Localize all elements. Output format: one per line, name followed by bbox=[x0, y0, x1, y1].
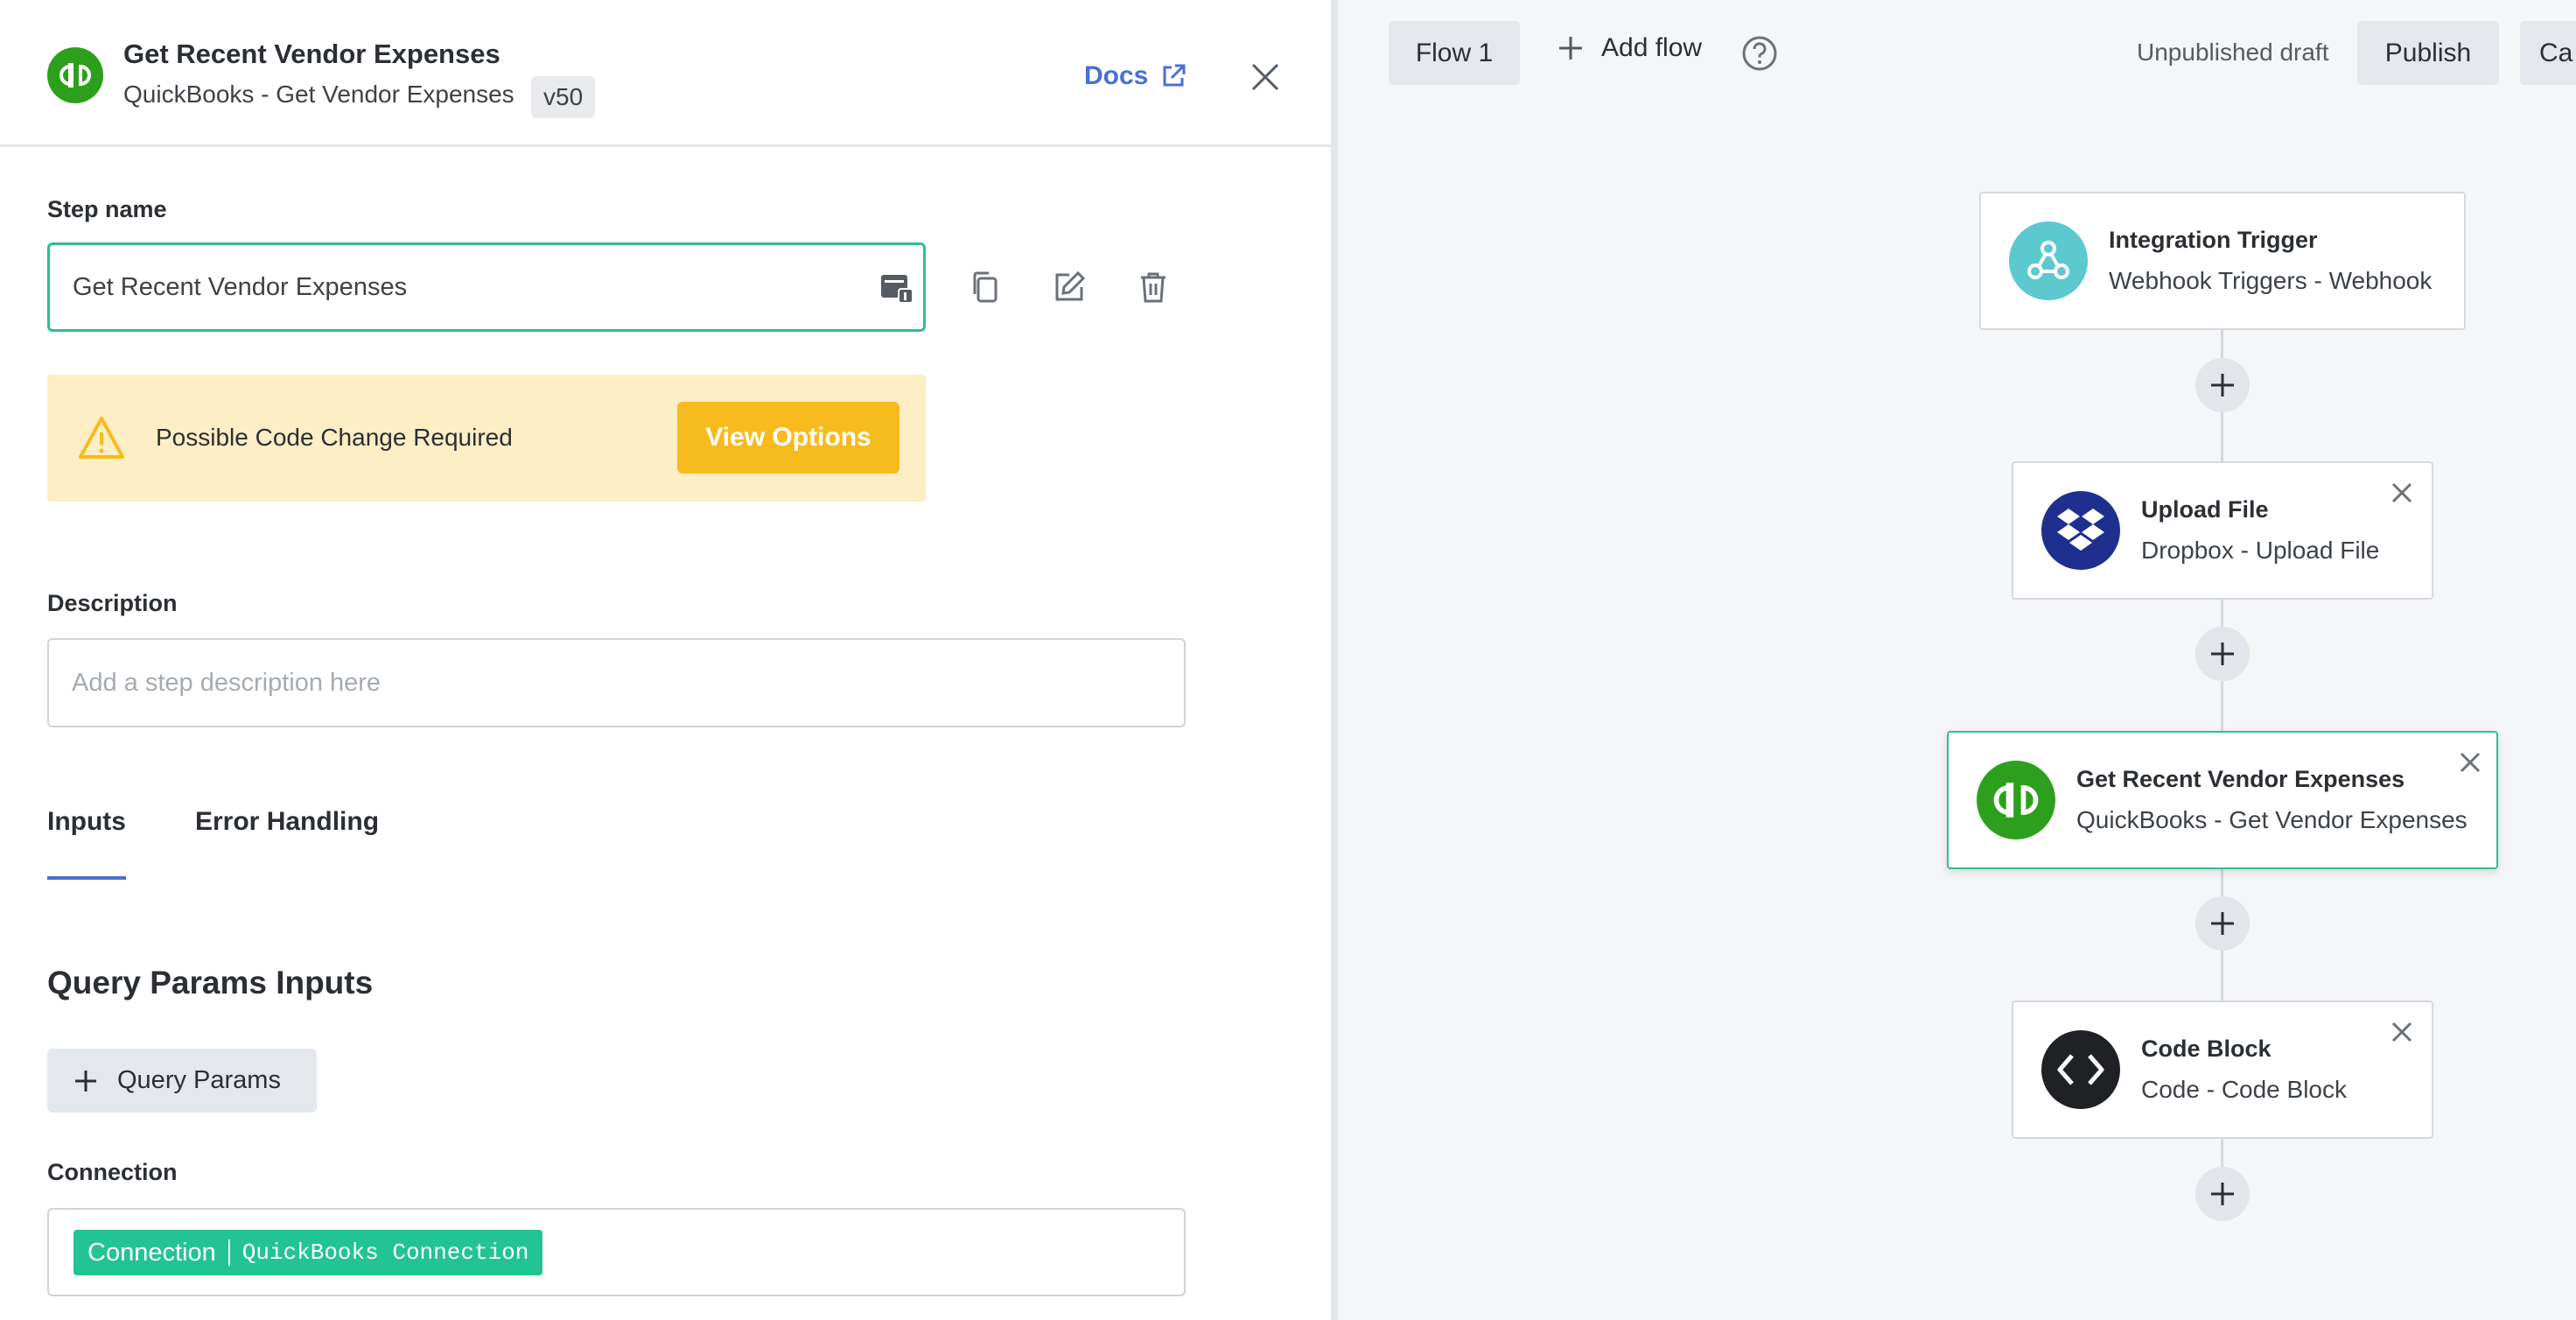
add-query-params-label: Query Params bbox=[117, 1066, 281, 1094]
connection-tag[interactable]: Connection QuickBooks Connection bbox=[74, 1230, 543, 1275]
code-change-warning: Possible Code Change Required View Optio… bbox=[47, 375, 926, 502]
step-subtitle: QuickBooks - Get Vendor Expenses bbox=[123, 81, 514, 108]
add-step-button[interactable] bbox=[2195, 358, 2250, 412]
plus-icon bbox=[2211, 642, 2234, 665]
docs-link[interactable]: Docs bbox=[1084, 61, 1186, 91]
tab-error-handling[interactable]: Error Handling bbox=[195, 807, 379, 837]
node-title: Get Recent Vendor Expenses bbox=[2076, 766, 2405, 792]
step-title: Get Recent Vendor Expenses bbox=[123, 39, 500, 69]
active-tab-indicator bbox=[47, 876, 126, 880]
edit-icon[interactable] bbox=[1052, 270, 1087, 305]
add-step-button[interactable] bbox=[2195, 896, 2250, 951]
remove-node-icon[interactable] bbox=[2390, 481, 2414, 505]
connection-tag-value: QuickBooks Connection bbox=[242, 1239, 529, 1266]
connection-tag-type: Connection bbox=[88, 1238, 216, 1267]
flow-node-upload-file[interactable]: Upload File Dropbox - Upload File bbox=[2012, 461, 2433, 600]
draft-status: Unpublished draft bbox=[2137, 39, 2329, 66]
plus-icon bbox=[75, 1070, 96, 1092]
remove-node-icon[interactable] bbox=[2390, 1020, 2414, 1044]
quickbooks-icon bbox=[1977, 761, 2055, 839]
step-name-field bbox=[47, 242, 926, 332]
panel-header: Get Recent Vendor Expenses QuickBooks - … bbox=[0, 0, 1338, 147]
plus-icon bbox=[1559, 37, 1582, 60]
publish-button[interactable]: Publish bbox=[2357, 21, 2499, 85]
node-title: Code Block bbox=[2141, 1036, 2272, 1062]
node-subtitle: QuickBooks - Get Vendor Expenses bbox=[2076, 806, 2468, 833]
add-flow-label: Add flow bbox=[1601, 33, 1703, 62]
version-badge: v50 bbox=[531, 76, 596, 118]
warning-icon bbox=[79, 417, 124, 459]
code-icon bbox=[2041, 1030, 2120, 1109]
node-subtitle: Code - Code Block bbox=[2141, 1076, 2348, 1103]
cancel-button[interactable]: Ca bbox=[2520, 21, 2576, 85]
plus-icon bbox=[2211, 912, 2234, 935]
node-subtitle: Webhook Triggers - Webhook bbox=[2109, 267, 2432, 294]
webhook-icon bbox=[2009, 221, 2088, 300]
dropbox-icon bbox=[2041, 491, 2120, 570]
node-title: Upload File bbox=[2141, 496, 2269, 523]
step-name-label: Step name bbox=[47, 196, 167, 222]
flow-node-get-recent-vendor-expenses[interactable]: Get Recent Vendor Expenses QuickBooks - … bbox=[1947, 731, 2498, 869]
copy-icon[interactable] bbox=[968, 270, 1003, 305]
add-step-button[interactable] bbox=[2195, 627, 2250, 681]
tab-inputs[interactable]: Inputs bbox=[47, 807, 126, 837]
warning-text: Possible Code Change Required bbox=[156, 424, 513, 451]
docs-label: Docs bbox=[1084, 61, 1149, 90]
add-step-button[interactable] bbox=[2195, 1167, 2250, 1221]
flow-node-integration-trigger[interactable]: Integration Trigger Webhook Triggers - W… bbox=[1979, 192, 2466, 330]
close-icon[interactable] bbox=[1250, 61, 1281, 93]
variable-picker-icon[interactable] bbox=[879, 271, 914, 306]
connection-field[interactable]: Connection QuickBooks Connection bbox=[47, 1208, 1186, 1296]
plus-icon bbox=[2211, 374, 2234, 397]
connection-label: Connection bbox=[47, 1159, 178, 1185]
node-title: Integration Trigger bbox=[2109, 227, 2318, 253]
connection-tag-separator bbox=[228, 1239, 230, 1266]
step-config-panel: Get Recent Vendor Expenses QuickBooks - … bbox=[0, 0, 1338, 1320]
step-name-input[interactable] bbox=[73, 245, 860, 329]
flow-node-code-block[interactable]: Code Block Code - Code Block bbox=[2012, 1001, 2433, 1139]
external-link-icon bbox=[1163, 64, 1186, 87]
query-params-section-title: Query Params Inputs bbox=[47, 965, 374, 1001]
plus-icon bbox=[2211, 1183, 2234, 1205]
node-subtitle: Dropbox - Upload File bbox=[2141, 537, 2380, 564]
add-query-params-button[interactable]: Query Params bbox=[47, 1049, 317, 1113]
quickbooks-icon bbox=[47, 47, 103, 103]
view-options-button[interactable]: View Options bbox=[677, 402, 900, 474]
description-label: Description bbox=[47, 590, 178, 616]
remove-node-icon[interactable] bbox=[2458, 750, 2482, 775]
description-input[interactable] bbox=[72, 640, 1157, 726]
help-icon[interactable] bbox=[1741, 35, 1778, 72]
description-field bbox=[47, 638, 1186, 727]
flow-canvas[interactable]: Flow 1 Add flow Unpublished draft Publis… bbox=[1345, 0, 2576, 1320]
add-flow-button[interactable]: Add flow bbox=[1558, 33, 1702, 63]
trash-icon[interactable] bbox=[1136, 270, 1171, 305]
flow-tab[interactable]: Flow 1 bbox=[1389, 21, 1520, 85]
